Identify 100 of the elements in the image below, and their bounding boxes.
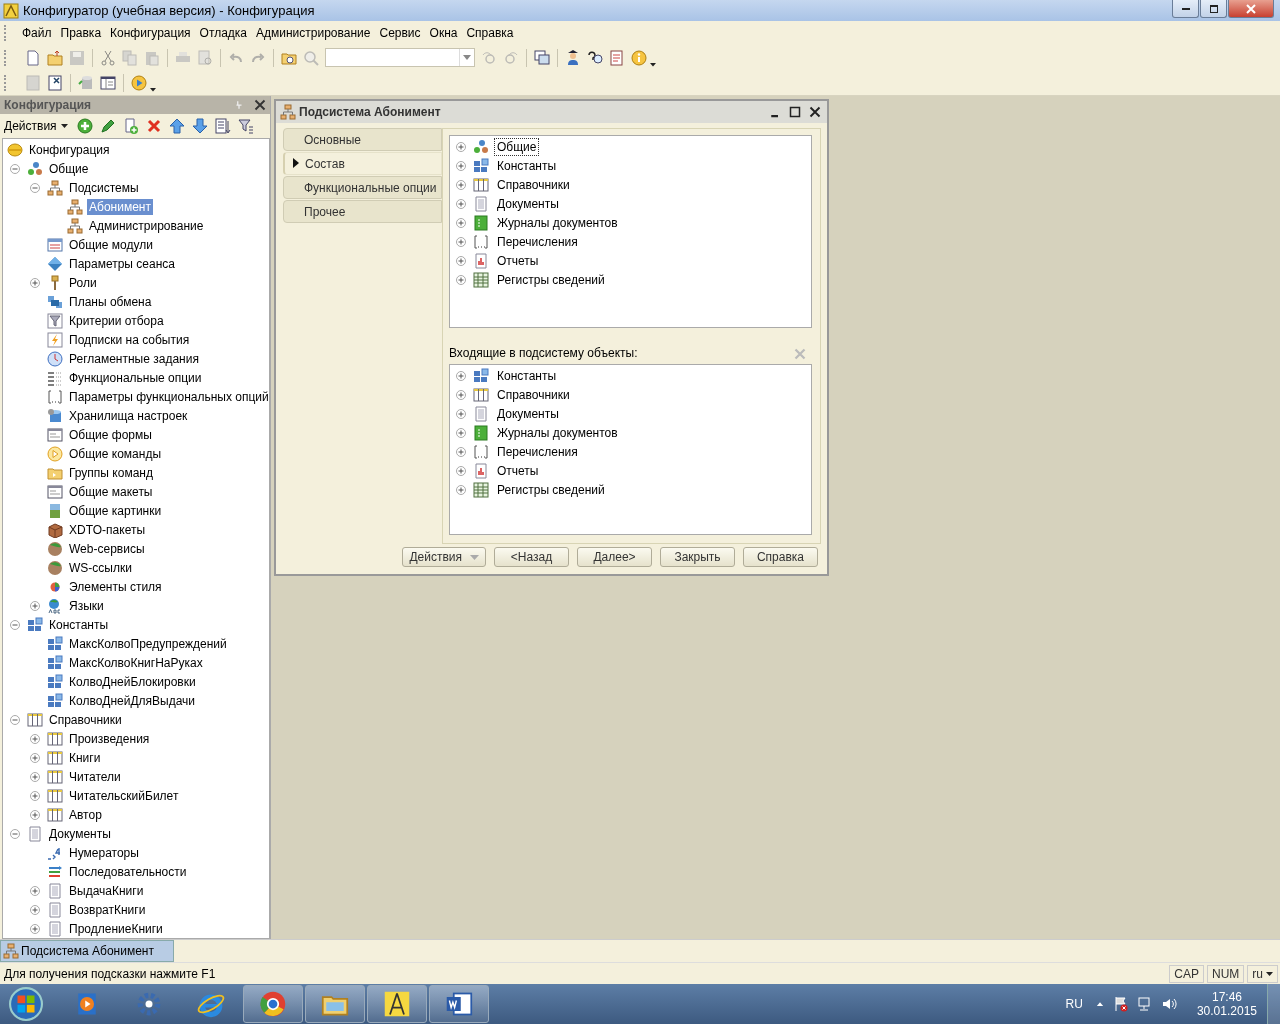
tree-item[interactable]: Читатели	[67, 768, 123, 785]
arrow-down-icon[interactable]	[191, 118, 208, 134]
menu-item[interactable]: Окна	[426, 26, 464, 40]
tree-item[interactable]: Администрирование	[87, 217, 206, 234]
tree-item[interactable]: Регистры сведений	[495, 481, 607, 498]
tree-item[interactable]: ВозвратКниги	[67, 901, 148, 918]
tree-item[interactable]: КолвоДнейБлокировки	[67, 673, 198, 690]
tree-item[interactable]: Общие	[495, 138, 539, 155]
tree-item[interactable]: ЧитательскийБилет	[67, 787, 181, 804]
search-combobox[interactable]	[325, 48, 475, 67]
tree-item[interactable]: Web-сервисы	[67, 540, 147, 557]
tree-item[interactable]: Справочники	[47, 711, 124, 728]
tree-item[interactable]: Константы	[495, 367, 559, 384]
taskbar-button[interactable]	[429, 985, 489, 1023]
help-search-icon[interactable]	[587, 49, 603, 66]
tree-item[interactable]: Параметры сеанса	[67, 255, 177, 272]
copy-icon[interactable]	[122, 49, 138, 66]
tree-item[interactable]: Перечисления	[495, 443, 580, 460]
tree-item[interactable]: Роли	[67, 274, 99, 291]
menu-item[interactable]: Конфигурация	[107, 26, 197, 40]
tree-item[interactable]: Справочники	[495, 386, 572, 403]
tree-item[interactable]: Автор	[67, 806, 104, 823]
tree-item[interactable]: Функциональные опции	[67, 369, 204, 386]
open-folder-icon[interactable]	[47, 49, 63, 66]
tab[interactable]: Прочее	[283, 200, 442, 223]
tree-item[interactable]: Константы	[495, 157, 559, 174]
paste-icon[interactable]	[144, 49, 160, 66]
pencil-icon[interactable]	[99, 118, 116, 134]
tree-item[interactable]: Последовательности	[67, 863, 189, 880]
menu-item[interactable]: Правка	[57, 26, 108, 40]
tree-item[interactable]: Общие	[47, 160, 91, 177]
person-icon[interactable]	[565, 49, 581, 66]
tree-item[interactable]: Книги	[67, 749, 103, 766]
document-edit-icon[interactable]	[609, 49, 625, 66]
taskbar-button[interactable]	[243, 985, 303, 1023]
close-icon[interactable]	[254, 99, 266, 111]
play-icon[interactable]	[131, 74, 147, 91]
windows-icon[interactable]	[534, 49, 550, 66]
tree-item[interactable]: Планы обмена	[67, 293, 154, 310]
tree-item[interactable]: Справочники	[495, 176, 572, 193]
tree-item[interactable]: Константы	[47, 616, 111, 633]
form-xml-icon[interactable]	[47, 74, 63, 91]
database-icon[interactable]	[78, 74, 94, 91]
tree-item[interactable]: Отчеты	[495, 252, 541, 269]
maximize-button[interactable]	[1200, 0, 1227, 18]
tree-item[interactable]: Документы	[47, 825, 113, 842]
tree-item[interactable]: Регламентные задания	[67, 350, 201, 367]
dialog-button[interactable]: Закрыть	[660, 547, 735, 567]
tree-item[interactable]: Общие картинки	[67, 502, 164, 519]
tab[interactable]: Функциональные опции	[283, 176, 442, 199]
tree-item[interactable]: Параметры функциональных опций	[67, 388, 269, 405]
tree-item[interactable]: Документы	[495, 195, 561, 212]
find-previous-icon[interactable]	[503, 49, 519, 66]
menu-item[interactable]: Справка	[463, 26, 520, 40]
tree-item[interactable]: Общие команды	[67, 445, 164, 462]
caret-icon[interactable]	[149, 85, 157, 93]
start-button-icon[interactable]	[9, 987, 43, 1021]
find-next-icon[interactable]	[481, 49, 497, 66]
tree-item[interactable]: WS-ссылки	[67, 559, 134, 576]
tree-item[interactable]: Критерии отбора	[67, 312, 166, 329]
actions-dropdown[interactable]: Действия	[402, 547, 486, 567]
network-icon[interactable]	[1136, 996, 1153, 1012]
tree-item[interactable]: Документы	[495, 405, 561, 422]
module-icon[interactable]	[25, 74, 41, 91]
search-icon[interactable]	[303, 49, 319, 66]
dialog-button[interactable]: Справка	[743, 547, 818, 567]
tab[interactable]: Состав	[283, 152, 442, 175]
arrow-up-icon[interactable]	[168, 118, 185, 134]
maximize-icon[interactable]	[789, 106, 801, 118]
menu-item[interactable]: Администрирование	[253, 26, 377, 40]
tree-item[interactable]: Подсистемы	[67, 179, 141, 196]
tree-item[interactable]: Подписки на события	[67, 331, 192, 348]
pin-icon[interactable]	[234, 100, 244, 110]
sort-list-icon[interactable]	[214, 118, 231, 134]
flag-icon[interactable]	[1112, 996, 1129, 1012]
tree-item[interactable]: Общие формы	[67, 426, 154, 443]
tree-item[interactable]: КолвоДнейДляВыдачи	[67, 692, 198, 709]
tree-item[interactable]: Языки	[67, 597, 106, 614]
tree-list[interactable]: Константы Справочники Документы Журналы документов Перечисления Отчеты Регистры сведений	[449, 364, 812, 535]
new-document-icon[interactable]	[25, 49, 41, 66]
close-icon[interactable]	[809, 106, 821, 118]
print-preview-icon[interactable]	[197, 49, 213, 66]
save-icon[interactable]	[69, 49, 85, 66]
tree-item[interactable]: ВыдачаКниги	[67, 882, 146, 899]
show-desktop-button[interactable]	[1267, 984, 1280, 1024]
table-form-icon[interactable]	[100, 74, 116, 91]
window-tab[interactable]: Подсистема Абонимент	[0, 940, 174, 962]
tree-item[interactable]: Журналы документов	[495, 214, 620, 231]
tree-item[interactable]: Общие макеты	[67, 483, 155, 500]
menu-item[interactable]: Файл	[19, 26, 58, 40]
menu-item[interactable]: Сервис	[376, 26, 427, 40]
tree-list[interactable]: Общие Константы Справочники Документы Журналы документов Перечисления Отчеты Регистры сведений	[449, 135, 812, 328]
tree-item[interactable]: Общие модули	[67, 236, 155, 253]
volume-icon[interactable]	[1160, 996, 1177, 1012]
taskbar-button[interactable]	[367, 985, 427, 1023]
language-indicator[interactable]: RU	[1065, 997, 1083, 1011]
actions-dropdown[interactable]: Действия	[4, 119, 68, 133]
tree-item[interactable]: Регистры сведений	[495, 271, 607, 288]
delete-icon[interactable]	[145, 118, 162, 134]
tree-item[interactable]: ПродлениеКниги	[67, 920, 165, 937]
